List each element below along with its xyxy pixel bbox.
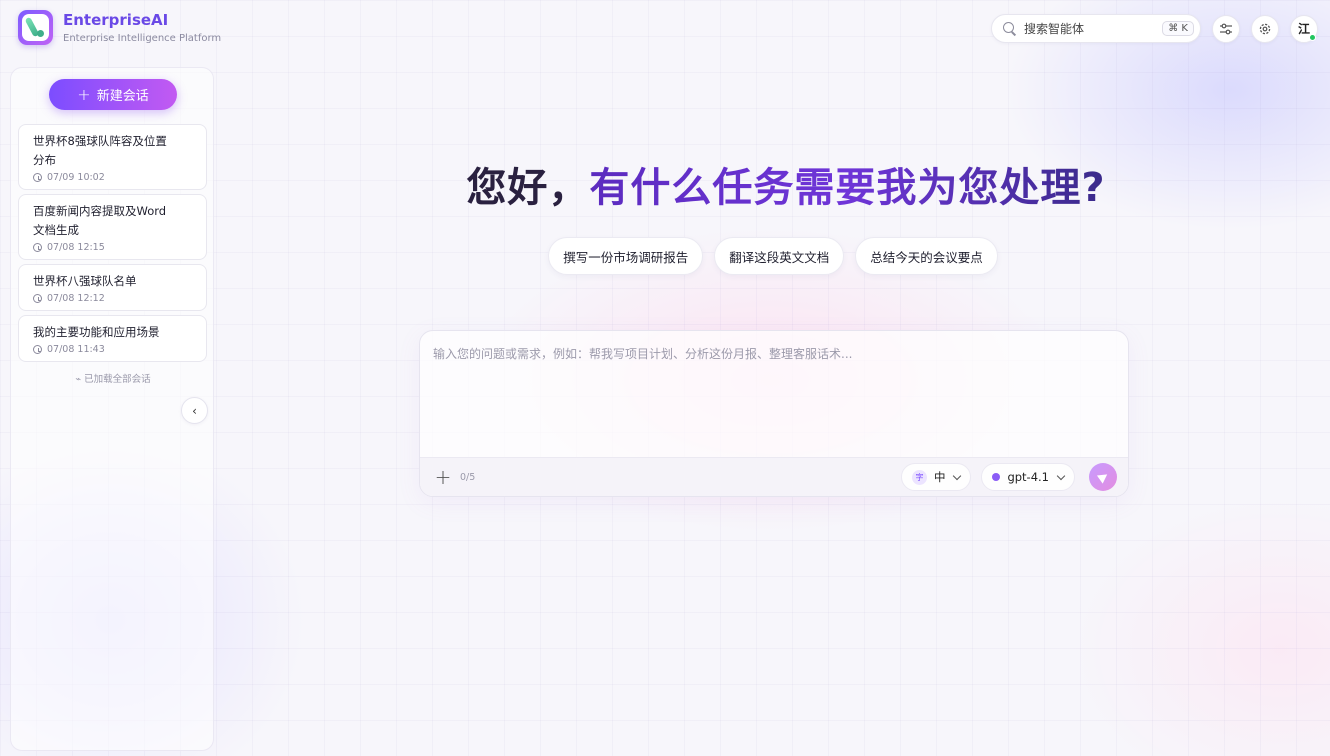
- clock-icon: [33, 173, 42, 182]
- language-value: 中: [933, 470, 946, 484]
- avatar-initial: 江: [1297, 22, 1310, 36]
- search-agents-input[interactable]: 搜索智能体 ⌘ K: [991, 14, 1201, 43]
- new-chat-button[interactable]: + 新建会话: [49, 79, 177, 110]
- model-dot-icon: [992, 473, 1001, 481]
- suggestion-chips: 撰写一份市场调研报告 翻译这段英文文档 总结今天的会议要点: [0, 237, 1330, 275]
- language-icon: 字: [911, 469, 927, 485]
- new-chat-label: 新建会话: [96, 89, 149, 104]
- settings-button[interactable]: [1251, 14, 1279, 43]
- clock-icon: [33, 294, 42, 303]
- gear-icon: [1259, 23, 1271, 34]
- signal-icon: ⌁: [75, 374, 82, 385]
- language-select[interactable]: 字 中: [900, 463, 972, 491]
- attachment-counter: 0/5: [460, 471, 476, 483]
- conversation-time: 07/08 12:12: [47, 293, 105, 304]
- message-input[interactable]: [420, 331, 1128, 459]
- conversation-title: 我的主要功能和应用场景: [33, 325, 160, 339]
- model-value: gpt-4.1: [1007, 470, 1049, 484]
- add-attachment-icon[interactable]: +: [434, 467, 452, 487]
- sliders-icon: [1220, 23, 1232, 34]
- send-icon: [1096, 470, 1110, 484]
- send-button[interactable]: [1089, 463, 1117, 491]
- greeting-hello: 您好，: [466, 165, 590, 211]
- user-avatar[interactable]: 江: [1290, 14, 1318, 43]
- conversation-item[interactable]: 世界杯8强球队阵容及位置分布 07/09 10:02: [18, 124, 207, 190]
- filter-button[interactable]: [1212, 14, 1240, 43]
- clock-icon: [33, 345, 42, 354]
- greeting-title: 您好，有什么任务需要我为您处理?: [420, 160, 1152, 216]
- sidebar: + 新建会话 世界杯8强球队阵容及位置分布 07/09 10:02 百度新闻内容…: [10, 67, 214, 751]
- loaded-all-text: 已加载全部会话: [84, 374, 151, 385]
- chevron-down-icon: [1056, 471, 1066, 480]
- conversation-title: 世界杯8强球队阵容及位置分布: [33, 134, 167, 167]
- search-icon: [1003, 22, 1016, 35]
- conversation-time: 07/08 11:43: [47, 344, 105, 355]
- loaded-all-status: ⌁ 已加载全部会话: [11, 371, 215, 385]
- model-select[interactable]: gpt-4.1: [981, 463, 1075, 491]
- conversation-title: 百度新闻内容提取及Word文档生成: [33, 204, 167, 237]
- collapse-sidebar-button[interactable]: ‹: [181, 397, 208, 424]
- composer-toolbar: + 0/5 字 中 gpt-4.1: [420, 457, 1128, 496]
- plus-icon: +: [77, 84, 91, 104]
- search-shortcut-badge: ⌘ K: [1162, 21, 1194, 36]
- conversation-time: 07/09 10:02: [47, 172, 105, 183]
- chevron-left-icon: ‹: [192, 403, 197, 418]
- brand: EnterpriseAI Enterprise Intelligence Pla…: [18, 10, 221, 45]
- app-name: EnterpriseAI: [63, 11, 169, 29]
- greeting-question: 有什么任务需要我为您处理?: [589, 165, 1106, 211]
- app-subtitle: Enterprise Intelligence Platform: [63, 33, 222, 44]
- online-status-dot: [1309, 33, 1316, 41]
- suggestion-chip[interactable]: 总结今天的会议要点: [855, 237, 998, 275]
- conversation-item[interactable]: 我的主要功能和应用场景 07/08 11:43: [18, 315, 207, 362]
- header-actions: 搜索智能体 ⌘ K 江: [991, 14, 1318, 43]
- chevron-down-icon: [953, 471, 962, 480]
- app-logo-icon: [18, 10, 53, 45]
- search-placeholder: 搜索智能体: [1024, 22, 1085, 36]
- suggestion-chip[interactable]: 撰写一份市场调研报告: [548, 237, 704, 275]
- message-composer: + 0/5 字 中 gpt-4.1: [419, 330, 1129, 497]
- suggestion-chip[interactable]: 翻译这段英文文档: [714, 237, 845, 275]
